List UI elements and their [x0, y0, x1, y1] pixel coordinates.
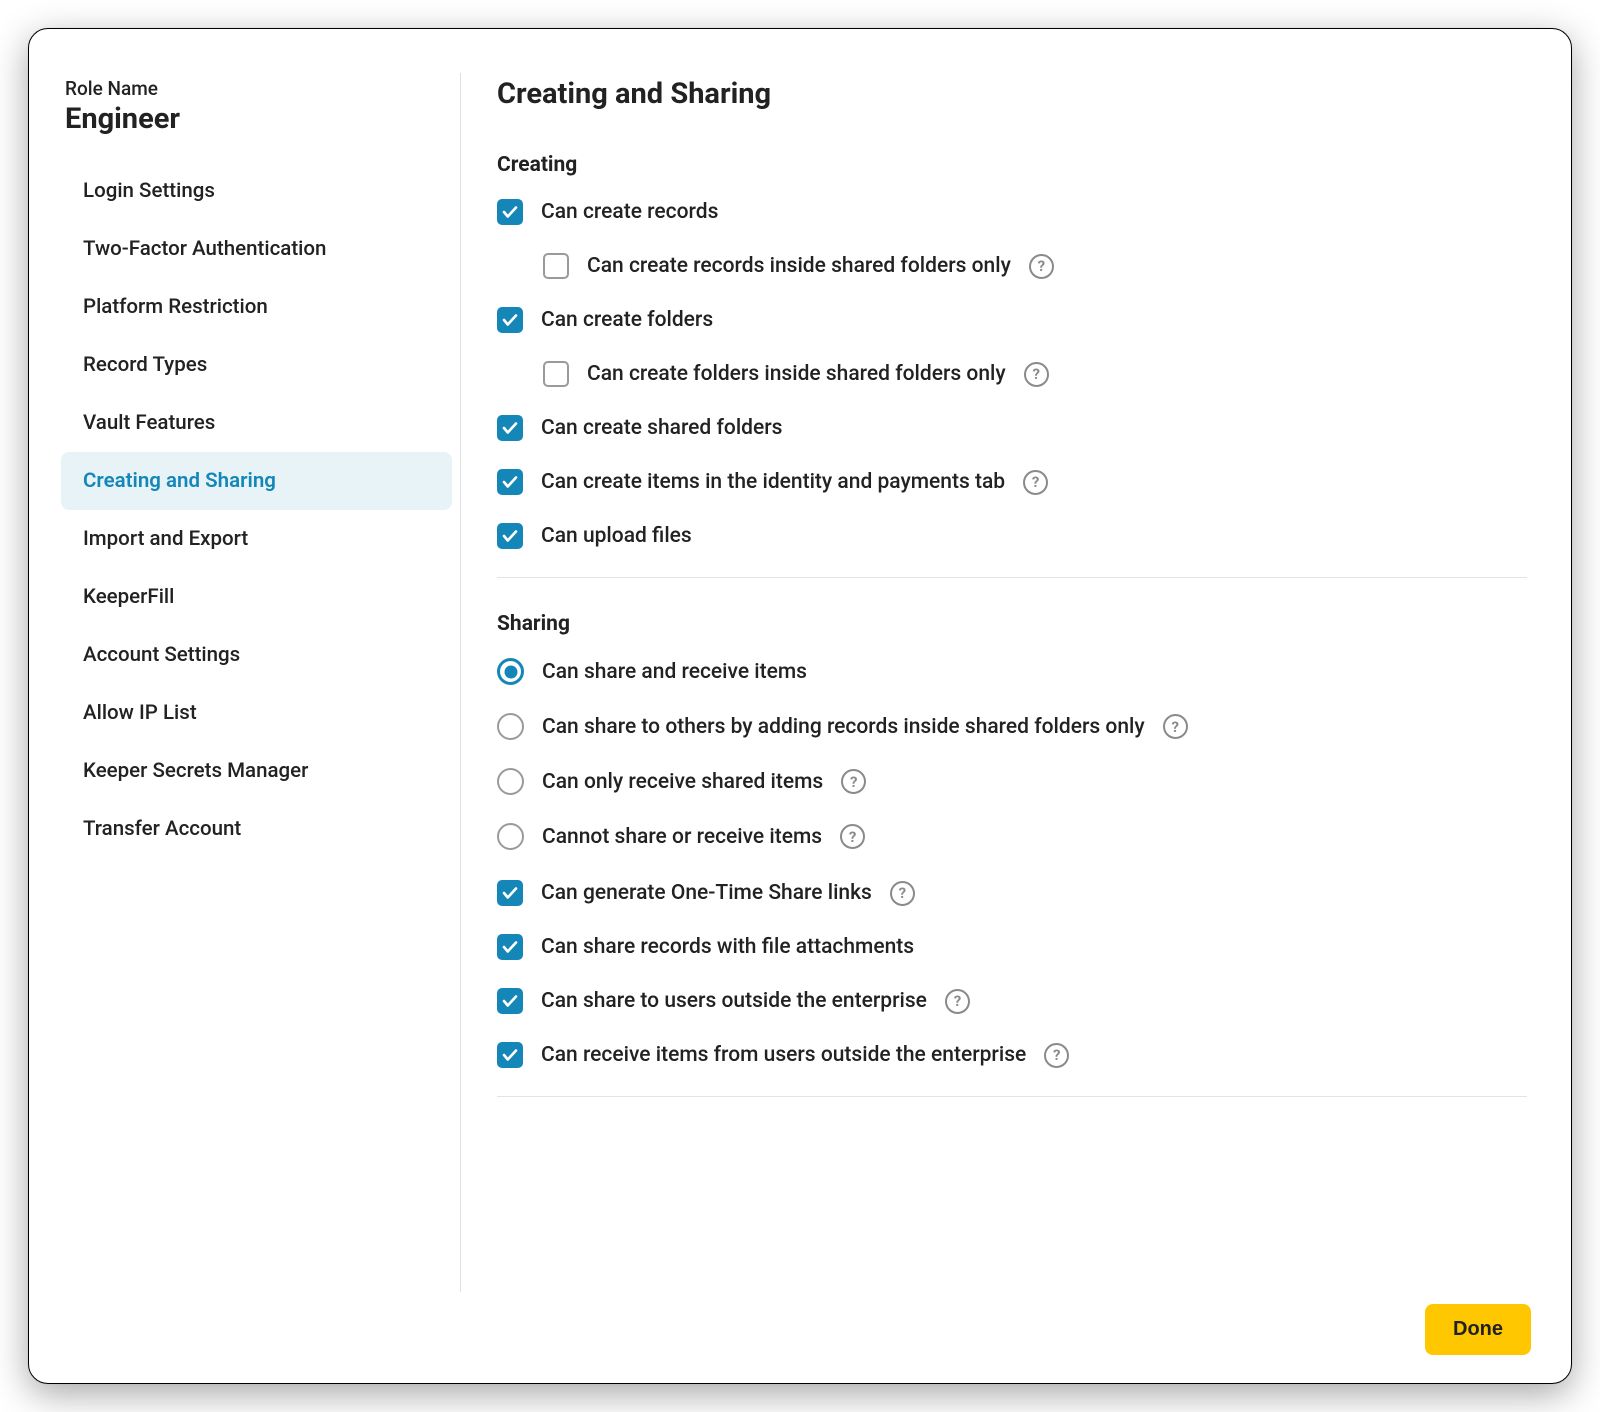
help-icon[interactable]: ?: [1044, 1043, 1069, 1068]
section-divider: [497, 577, 1527, 578]
checkbox-icon[interactable]: [497, 1042, 523, 1068]
opt-can-upload-files: Can upload files: [497, 523, 1527, 549]
opt-receive-outside-enterprise: Can receive items from users outside the…: [497, 1042, 1527, 1068]
checkbox-icon[interactable]: [497, 934, 523, 960]
opt-label: Can receive items from users outside the…: [541, 1043, 1026, 1067]
radio-icon[interactable]: [497, 768, 524, 795]
opt-share-outside-enterprise: Can share to users outside the enterpris…: [497, 988, 1527, 1014]
sidebar-item-two-factor[interactable]: Two-Factor Authentication: [61, 220, 452, 278]
help-icon[interactable]: ?: [1029, 254, 1054, 279]
checkbox-icon[interactable]: [497, 523, 523, 549]
sidebar-item-platform-restriction[interactable]: Platform Restriction: [61, 278, 452, 336]
opt-only-receive: Can only receive shared items ?: [497, 768, 1527, 795]
checkbox-icon[interactable]: [497, 988, 523, 1014]
sidebar-item-transfer-account[interactable]: Transfer Account: [61, 800, 452, 858]
sidebar-list: Login Settings Two-Factor Authentication…: [61, 162, 452, 858]
checkbox-icon[interactable]: [497, 199, 523, 225]
sidebar: Role Name Engineer Login Settings Two-Fa…: [61, 73, 461, 1292]
opt-label: Cannot share or receive items: [542, 825, 822, 849]
role-enforcement-dialog: Role Name Engineer Login Settings Two-Fa…: [28, 28, 1572, 1384]
done-button[interactable]: Done: [1425, 1304, 1531, 1355]
sidebar-item-allow-ip-list[interactable]: Allow IP List: [61, 684, 452, 742]
radio-icon[interactable]: [497, 823, 524, 850]
opt-label: Can only receive shared items: [542, 770, 823, 794]
opt-share-records-attachments: Can share records with file attachments: [497, 934, 1527, 960]
opt-label: Can create folders: [541, 308, 713, 332]
sidebar-item-vault-features[interactable]: Vault Features: [61, 394, 452, 452]
radio-icon[interactable]: [497, 658, 524, 685]
section-divider: [497, 1096, 1527, 1097]
sidebar-item-keeperfill[interactable]: KeeperFill: [61, 568, 452, 626]
opt-can-create-records-shared-only: Can create records inside shared folders…: [543, 253, 1527, 279]
role-kicker: Role Name: [65, 77, 452, 100]
help-icon[interactable]: ?: [840, 824, 865, 849]
opt-can-create-folders: Can create folders: [497, 307, 1527, 333]
help-icon[interactable]: ?: [1023, 470, 1048, 495]
opt-label: Can create shared folders: [541, 416, 782, 440]
dialog-footer: Done: [61, 1292, 1531, 1355]
sidebar-item-login-settings[interactable]: Login Settings: [61, 162, 452, 220]
opt-label: Can share to users outside the enterpris…: [541, 989, 927, 1013]
help-icon[interactable]: ?: [1163, 714, 1188, 739]
role-name: Engineer: [65, 102, 452, 136]
page-title: Creating and Sharing: [497, 77, 1527, 111]
checkbox-icon[interactable]: [497, 415, 523, 441]
opt-label: Can generate One-Time Share links: [541, 881, 872, 905]
opt-label: Can create records: [541, 200, 718, 224]
opt-label: Can share records with file attachments: [541, 935, 914, 959]
opt-label: Can share and receive items: [542, 660, 807, 684]
checkbox-icon[interactable]: [543, 253, 569, 279]
section-title-sharing: Sharing: [497, 612, 1527, 636]
section-title-creating: Creating: [497, 153, 1527, 177]
opt-label: Can create items in the identity and pay…: [541, 470, 1005, 494]
opt-label: Can create records inside shared folders…: [587, 254, 1011, 278]
help-icon[interactable]: ?: [890, 881, 915, 906]
main-panel: Creating and Sharing Creating Can create…: [497, 73, 1531, 1292]
sidebar-item-import-export[interactable]: Import and Export: [61, 510, 452, 568]
opt-can-create-shared-folders: Can create shared folders: [497, 415, 1527, 441]
opt-share-inside-shared-only: Can share to others by adding records in…: [497, 713, 1527, 740]
sidebar-item-account-settings[interactable]: Account Settings: [61, 626, 452, 684]
opt-label: Can create folders inside shared folders…: [587, 362, 1006, 386]
help-icon[interactable]: ?: [1024, 362, 1049, 387]
opt-can-create-records: Can create records: [497, 199, 1527, 225]
sidebar-item-secrets-manager[interactable]: Keeper Secrets Manager: [61, 742, 452, 800]
opt-can-create-identity-payments: Can create items in the identity and pay…: [497, 469, 1527, 495]
opt-onetime-share-links: Can generate One-Time Share links ?: [497, 880, 1527, 906]
checkbox-icon[interactable]: [497, 307, 523, 333]
opt-share-and-receive: Can share and receive items: [497, 658, 1527, 685]
checkbox-icon[interactable]: [497, 880, 523, 906]
opt-can-create-folders-shared-only: Can create folders inside shared folders…: [543, 361, 1527, 387]
sidebar-item-record-types[interactable]: Record Types: [61, 336, 452, 394]
opt-label: Can upload files: [541, 524, 692, 548]
sidebar-item-creating-sharing[interactable]: Creating and Sharing: [61, 452, 452, 510]
checkbox-icon[interactable]: [543, 361, 569, 387]
radio-icon[interactable]: [497, 713, 524, 740]
opt-label: Can share to others by adding records in…: [542, 715, 1145, 739]
help-icon[interactable]: ?: [945, 989, 970, 1014]
checkbox-icon[interactable]: [497, 469, 523, 495]
opt-cannot-share-receive: Cannot share or receive items ?: [497, 823, 1527, 850]
help-icon[interactable]: ?: [841, 769, 866, 794]
